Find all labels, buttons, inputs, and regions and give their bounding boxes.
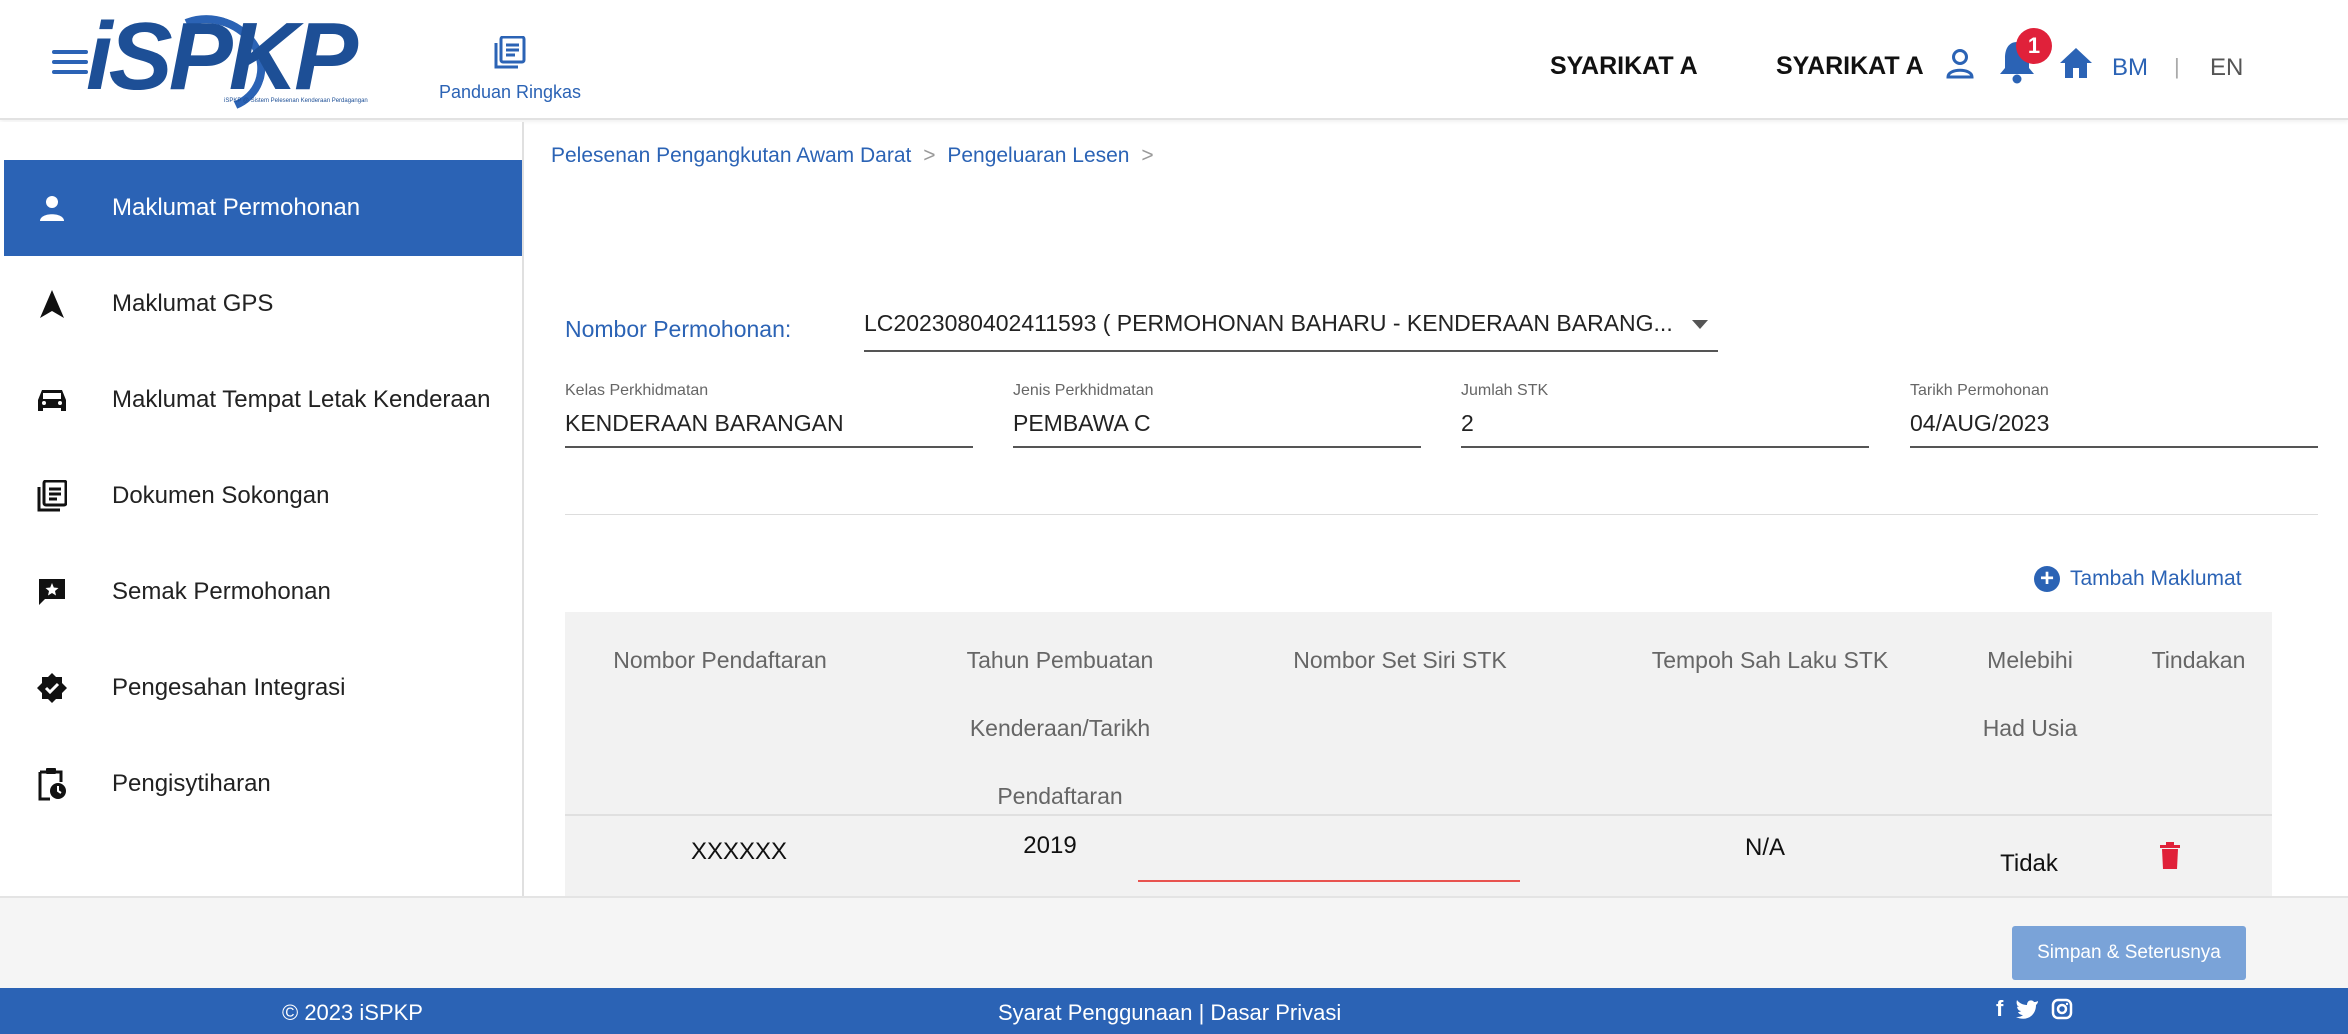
- th-year-line1: Tahun Pembuatan: [966, 647, 1154, 673]
- field-jenis-perkhidmatan[interactable]: Jenis Perkhidmatan PEMBAWA C: [1013, 382, 1421, 448]
- logo-text: iSPKP: [86, 3, 358, 110]
- navigation-arrow-icon: [34, 286, 70, 322]
- sidebar-item-label: Maklumat GPS: [112, 290, 274, 317]
- company-name-primary: SYARIKAT A: [1550, 52, 1698, 80]
- twitter-icon[interactable]: [2015, 999, 2039, 1019]
- field-label: Jenis Perkhidmatan: [1013, 382, 1154, 399]
- user-profile-icon[interactable]: [1944, 48, 1976, 80]
- footer-copyright: © 2023 iSPKP: [282, 1000, 423, 1025]
- save-and-next-button[interactable]: Simpan & Seterusnya: [2012, 926, 2246, 980]
- quick-guide-label: Panduan Ringkas: [438, 82, 582, 102]
- th-reg-no: Nombor Pendaftaran: [613, 647, 827, 673]
- sidebar-item-pengisytiharan[interactable]: Pengisytiharan: [4, 736, 522, 832]
- th-over-age-line2: Had Usia: [1982, 715, 2078, 741]
- notification-count-badge: 1: [2016, 28, 2052, 64]
- language-bm-link[interactable]: BM: [2112, 54, 2148, 82]
- add-details-button[interactable]: + Tambah Maklumat: [2034, 566, 2242, 592]
- th-over-age: Melebihi Had Usia: [1935, 626, 2125, 762]
- sidebar-item-maklumat-gps[interactable]: Maklumat GPS: [4, 256, 522, 352]
- dropdown-arrow-icon: [1692, 320, 1708, 329]
- delete-trash-icon[interactable]: [2159, 842, 2181, 870]
- document-stack-icon: [494, 35, 526, 70]
- person-icon: [34, 190, 70, 226]
- th-over-age-line1: Melebihi: [1987, 647, 2073, 673]
- sidebar-nav: Maklumat Permohonan Maklumat GPS Makluma…: [0, 122, 524, 896]
- cell-over-age: Tidak: [2000, 850, 2058, 877]
- home-icon[interactable]: [2058, 46, 2094, 80]
- th-year: Tahun Pembuatan Kenderaan/Tarikh Pendaft…: [875, 626, 1245, 830]
- review-comment-icon: [34, 574, 70, 610]
- breadcrumb-level1[interactable]: Pelesenan Pengangkutan Awam Darat: [551, 144, 911, 167]
- top-header: iSPKP iSPKP @ Sistem Pelesenan Kenderaan…: [0, 0, 2348, 128]
- th-action: Tindakan: [2151, 647, 2246, 673]
- sidebar-item-pengesahan-integrasi[interactable]: Pengesahan Integrasi: [4, 640, 522, 736]
- section-divider: [565, 514, 2318, 515]
- action-bar: [0, 896, 2348, 988]
- car-icon: [34, 382, 70, 418]
- logo-subtext: iSPKP @ Sistem Pelesenan Kenderaan Perda…: [224, 98, 368, 104]
- language-en-link[interactable]: EN: [2210, 54, 2243, 82]
- field-tarikh-permohonan[interactable]: Tarikh Permohonan 04/AUG/2023: [1910, 382, 2318, 448]
- sidebar-item-label: Semak Permohonan: [112, 578, 331, 605]
- table-row-divider: [565, 814, 2272, 816]
- sidebar-item-maklumat-permohonan[interactable]: Maklumat Permohonan: [4, 160, 522, 256]
- field-value: KENDERAAN BARANGAN: [565, 410, 844, 436]
- company-name-secondary[interactable]: SYARIKAT A: [1776, 52, 1924, 81]
- plus-circle-icon: +: [2034, 566, 2060, 592]
- breadcrumb-separator: >: [923, 144, 936, 167]
- breadcrumb: Pelesenan Pengangkutan Awam Darat > Peng…: [551, 144, 1160, 168]
- sidebar-item-tempat-letak[interactable]: Maklumat Tempat Letak Kenderaan: [4, 352, 522, 448]
- application-number-select[interactable]: LC2023080402411593 ( PERMOHONAN BAHARU -…: [864, 300, 1718, 352]
- sidebar-item-label: Maklumat Tempat Letak Kenderaan: [112, 386, 491, 413]
- sidebar-item-semak-permohonan[interactable]: Semak Permohonan: [4, 544, 522, 640]
- hamburger-menu-icon[interactable]: [52, 50, 88, 78]
- instagram-icon[interactable]: [2051, 998, 2073, 1020]
- field-value: PEMBAWA C: [1013, 410, 1151, 436]
- add-details-label: Tambah Maklumat: [2070, 567, 2242, 590]
- field-value: 2: [1461, 410, 1474, 436]
- breadcrumb-separator: >: [1141, 144, 1154, 167]
- field-label: Tarikh Permohonan: [1910, 382, 2049, 399]
- application-number-label: Nombor Permohonan:: [565, 316, 792, 342]
- field-label: Jumlah STK: [1461, 382, 1549, 399]
- field-kelas-perkhidmatan[interactable]: Kelas Perkhidmatan KENDERAAN BARANGAN: [565, 382, 973, 448]
- field-jumlah-stk[interactable]: Jumlah STK 2: [1461, 382, 1869, 448]
- sidebar-item-label: Dokumen Sokongan: [112, 482, 330, 509]
- document-stack-icon: [34, 478, 70, 514]
- language-separator: |: [2174, 54, 2180, 79]
- verified-badge-icon: [34, 670, 70, 706]
- th-year-line3: Pendaftaran: [997, 783, 1123, 809]
- th-stk-serial: Nombor Set Siri STK: [1293, 647, 1507, 673]
- sidebar-item-label: Pengesahan Integrasi: [112, 674, 346, 701]
- vehicle-table: Nombor Pendaftaran Tahun Pembuatan Kende…: [565, 612, 2272, 898]
- cell-stk-validity: N/A: [1744, 834, 1785, 861]
- th-stk-validity: Tempoh Sah Laku STK: [1651, 647, 1889, 673]
- cell-reg-no: XXXXXX: [690, 838, 788, 865]
- sidebar-item-dokumen-sokongan[interactable]: Dokumen Sokongan: [4, 448, 522, 544]
- sidebar-item-label: Pengisytiharan: [112, 770, 271, 797]
- application-number-value: LC2023080402411593 ( PERMOHONAN BAHARU -…: [864, 310, 1673, 336]
- facebook-icon[interactable]: f: [1996, 996, 2003, 1022]
- footer-social: f: [1996, 996, 2073, 1022]
- th-year-line2: Kenderaan/Tarikh: [969, 715, 1151, 741]
- breadcrumb-level2[interactable]: Pengeluaran Lesen: [947, 144, 1129, 167]
- footer-links[interactable]: Syarat Penggunaan | Dasar Privasi: [998, 1000, 1341, 1026]
- cell-year: 2019: [1023, 832, 1077, 859]
- quick-guide-link[interactable]: Panduan Ringkas: [430, 35, 590, 103]
- footer: © 2023 iSPKP Syarat Penggunaan | Dasar P…: [0, 988, 2348, 1034]
- notification-bell[interactable]: 1: [1996, 28, 2052, 84]
- clipboard-clock-icon: [34, 766, 70, 802]
- ispkp-logo[interactable]: iSPKP iSPKP @ Sistem Pelesenan Kenderaan…: [86, 0, 416, 128]
- field-label: Kelas Perkhidmatan: [565, 382, 709, 399]
- sidebar-item-label: Maklumat Permohonan: [112, 194, 361, 221]
- field-value: 04/AUG/2023: [1910, 410, 2050, 436]
- stk-serial-input[interactable]: [1138, 880, 1520, 882]
